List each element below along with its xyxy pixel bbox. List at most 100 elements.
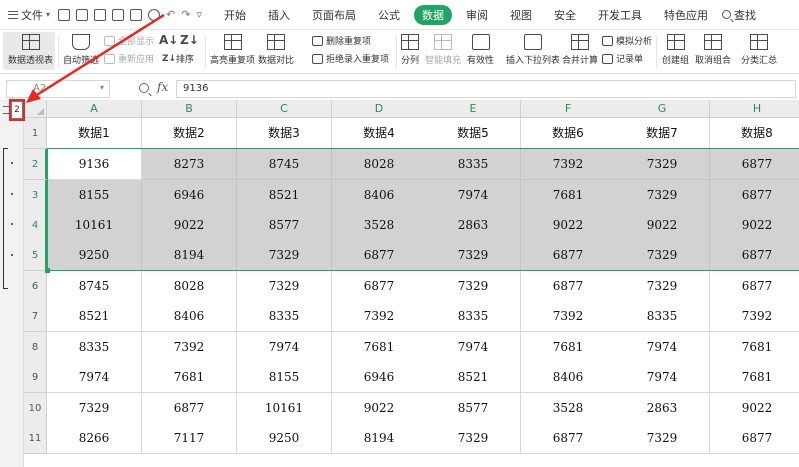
table-cell[interactable]: 7974 bbox=[615, 332, 710, 363]
header-cell[interactable]: 数据2 bbox=[142, 118, 237, 149]
table-cell[interactable]: 8406 bbox=[521, 362, 616, 393]
column-header-c[interactable]: C bbox=[237, 100, 332, 118]
reject-duplicates-button[interactable]: 拒绝录入重复项 bbox=[312, 52, 389, 65]
tab-formulas[interactable]: 公式 bbox=[370, 4, 408, 26]
data-compare-button[interactable]: 数据对比 bbox=[258, 34, 294, 66]
highlight-duplicates-button[interactable]: 高亮重复项 bbox=[210, 34, 255, 66]
column-header-d[interactable]: D bbox=[332, 100, 427, 118]
merge-calc-button[interactable]: 合并计算 bbox=[562, 34, 598, 66]
table-cell[interactable]: 10161 bbox=[237, 393, 332, 424]
sort-desc-button[interactable]: Z↓ bbox=[180, 32, 199, 51]
table-cell[interactable]: 6877 bbox=[710, 271, 799, 302]
table-cell[interactable]: 7681 bbox=[710, 332, 799, 363]
table-cell[interactable]: 3528 bbox=[332, 210, 427, 241]
table-cell[interactable]: 8521 bbox=[47, 301, 142, 332]
record-sheet-button[interactable]: 记录单 bbox=[602, 52, 643, 65]
table-cell[interactable]: 7974 bbox=[47, 362, 142, 393]
table-cell[interactable]: 7329 bbox=[615, 149, 710, 180]
tab-security[interactable]: 安全 bbox=[546, 4, 584, 26]
table-cell[interactable]: 9022 bbox=[332, 393, 427, 424]
header-cell[interactable]: 数据6 bbox=[521, 118, 616, 149]
header-cell[interactable]: 数据3 bbox=[237, 118, 332, 149]
table-cell[interactable]: 7329 bbox=[237, 240, 332, 271]
column-header-e[interactable]: E bbox=[426, 100, 521, 118]
row-header[interactable]: 2 bbox=[24, 149, 47, 180]
header-cell[interactable]: 数据8 bbox=[710, 118, 799, 149]
smart-fill-button[interactable]: 智能填充 bbox=[425, 34, 461, 66]
table-cell[interactable]: 8155 bbox=[47, 180, 142, 211]
table-cell[interactable]: 7329 bbox=[426, 423, 521, 454]
table-cell[interactable]: 8521 bbox=[426, 362, 521, 393]
table-cell[interactable]: 6877 bbox=[710, 423, 799, 454]
table-cell[interactable]: 7974 bbox=[426, 180, 521, 211]
table-cell[interactable]: 7392 bbox=[710, 301, 799, 332]
table-cell[interactable]: 9136 bbox=[47, 149, 142, 180]
tab-data[interactable]: 数据 bbox=[413, 4, 452, 25]
table-cell[interactable]: 7329 bbox=[615, 423, 710, 454]
subtotal-button[interactable]: 分类汇总 bbox=[741, 34, 777, 66]
table-cell[interactable]: 7681 bbox=[521, 332, 616, 363]
table-cell[interactable]: 6877 bbox=[521, 271, 616, 302]
table-cell[interactable]: 2863 bbox=[615, 393, 710, 424]
row-header[interactable]: 8 bbox=[24, 332, 47, 363]
row-header[interactable]: 11 bbox=[24, 423, 47, 454]
table-cell[interactable]: 8577 bbox=[426, 393, 521, 424]
table-cell[interactable]: 6877 bbox=[710, 149, 799, 180]
table-cell[interactable]: 7329 bbox=[615, 271, 710, 302]
table-cell[interactable]: 7392 bbox=[142, 332, 237, 363]
table-cell[interactable]: 8335 bbox=[426, 149, 521, 180]
table-cell[interactable]: 6877 bbox=[332, 271, 427, 302]
table-cell[interactable]: 8745 bbox=[237, 149, 332, 180]
table-cell[interactable]: 9250 bbox=[237, 423, 332, 454]
formula-input[interactable]: 9136 bbox=[176, 80, 796, 98]
row-header[interactable]: 10 bbox=[24, 393, 47, 424]
table-cell[interactable]: 8155 bbox=[237, 362, 332, 393]
table-cell[interactable]: 8406 bbox=[332, 180, 427, 211]
column-header-g[interactable]: G bbox=[615, 100, 710, 118]
table-cell[interactable]: 8335 bbox=[237, 301, 332, 332]
table-cell[interactable]: 8577 bbox=[237, 210, 332, 241]
table-cell[interactable]: 7329 bbox=[615, 240, 710, 271]
table-cell[interactable]: 7329 bbox=[615, 180, 710, 211]
tab-view[interactable]: 视图 bbox=[502, 4, 540, 26]
column-header-h[interactable]: H bbox=[710, 100, 799, 118]
table-cell[interactable]: 7329 bbox=[47, 393, 142, 424]
table-cell[interactable]: 8745 bbox=[47, 271, 142, 302]
table-cell[interactable]: 9022 bbox=[615, 210, 710, 241]
table-cell[interactable]: 7392 bbox=[332, 301, 427, 332]
table-cell[interactable]: 9022 bbox=[710, 210, 799, 241]
tab-page-layout[interactable]: 页面布局 bbox=[304, 4, 364, 26]
table-cell[interactable]: 6946 bbox=[142, 180, 237, 211]
table-cell[interactable]: 10161 bbox=[47, 210, 142, 241]
table-cell[interactable]: 8521 bbox=[237, 180, 332, 211]
table-cell[interactable]: 8273 bbox=[142, 149, 237, 180]
search-button[interactable]: 查找 bbox=[721, 7, 756, 23]
table-cell[interactable]: 8194 bbox=[142, 240, 237, 271]
table-cell[interactable]: 7392 bbox=[521, 149, 616, 180]
table-cell[interactable]: 9022 bbox=[710, 393, 799, 424]
ungroup-button[interactable]: 取消组合 bbox=[695, 34, 731, 66]
table-cell[interactable]: 8194 bbox=[332, 423, 427, 454]
header-cell[interactable]: 数据7 bbox=[615, 118, 710, 149]
row-header[interactable]: 9 bbox=[24, 362, 47, 393]
table-cell[interactable]: 9022 bbox=[521, 210, 616, 241]
table-cell[interactable]: 7392 bbox=[521, 301, 616, 332]
table-cell[interactable]: 8028 bbox=[332, 149, 427, 180]
fill-handle[interactable] bbox=[45, 268, 50, 273]
table-cell[interactable]: 7681 bbox=[142, 362, 237, 393]
row-header[interactable]: 4 bbox=[24, 210, 47, 241]
tab-developer[interactable]: 开发工具 bbox=[590, 4, 650, 26]
redo-icon[interactable]: ↷ bbox=[181, 8, 190, 21]
tab-special[interactable]: 特色应用 bbox=[656, 4, 716, 26]
table-cell[interactable]: 7974 bbox=[237, 332, 332, 363]
header-cell[interactable]: 数据5 bbox=[426, 118, 521, 149]
validity-button[interactable]: 有效性 bbox=[467, 34, 494, 66]
tab-insert[interactable]: 插入 bbox=[260, 4, 298, 26]
table-cell[interactable]: 8335 bbox=[615, 301, 710, 332]
row-header[interactable]: 5 bbox=[24, 240, 47, 271]
table-cell[interactable]: 7329 bbox=[426, 240, 521, 271]
outline-group-bracket[interactable] bbox=[3, 148, 8, 289]
split-column-button[interactable]: 分列 bbox=[401, 34, 419, 66]
table-cell[interactable]: 8028 bbox=[142, 271, 237, 302]
customize-chevron-icon[interactable]: ▿ bbox=[196, 8, 202, 21]
